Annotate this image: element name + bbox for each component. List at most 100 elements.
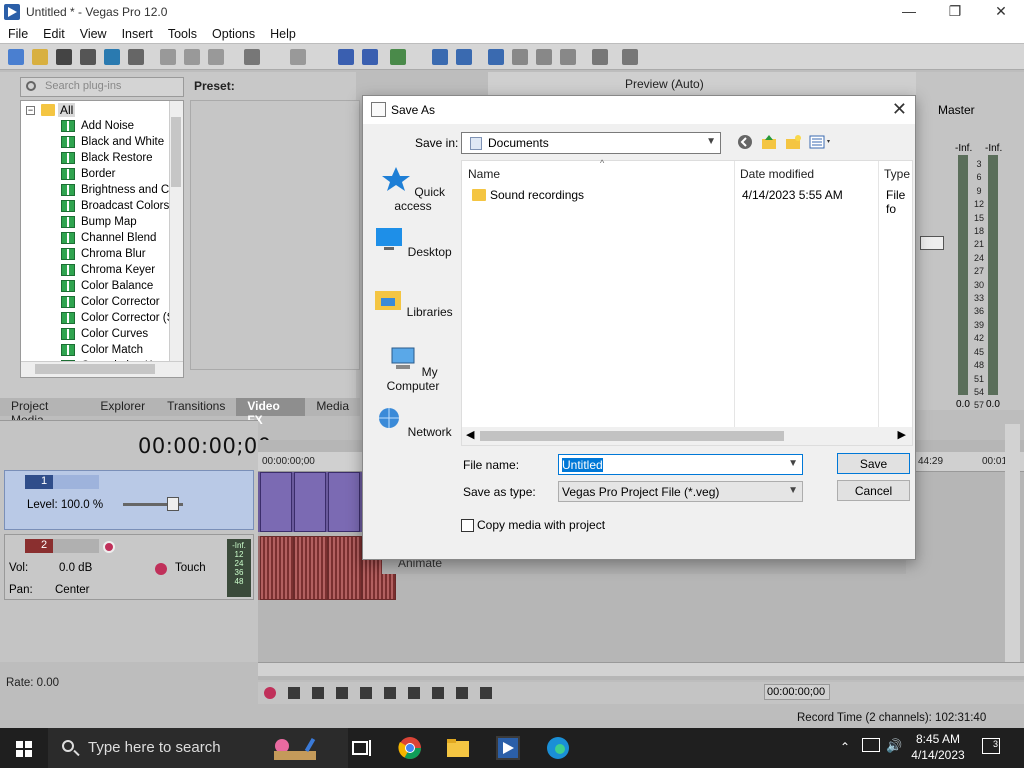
save-in-dropdown[interactable]: Documents ▼ (461, 132, 721, 154)
render-icon[interactable] (104, 49, 120, 65)
file-list[interactable]: Name ^ Date modified Type Sound recordin… (461, 158, 913, 446)
loop-playback-icon[interactable] (288, 687, 300, 699)
online-help-icon[interactable] (592, 49, 608, 65)
fx-item[interactable]: Color Match (61, 342, 176, 358)
network-status-icon[interactable] (862, 738, 880, 752)
cut-icon[interactable] (160, 49, 176, 65)
whats-this-help-icon[interactable] (622, 49, 638, 65)
collapse-icon[interactable]: − (26, 105, 35, 115)
scroll-thumb[interactable] (171, 117, 181, 187)
track-name-field[interactable] (53, 539, 99, 553)
menu-help[interactable]: Help (262, 27, 303, 41)
fx-item[interactable]: Color Corrector (S (61, 310, 176, 326)
paste-icon[interactable] (208, 49, 224, 65)
show-hidden-icons-icon[interactable]: ⌃ (840, 740, 850, 754)
menu-view[interactable]: View (72, 27, 114, 41)
plugin-tree-vscrollbar[interactable] (169, 101, 183, 377)
copy-media-checkbox[interactable]: Copy media with project (461, 518, 605, 532)
fx-item[interactable]: Chroma Keyer (61, 262, 176, 278)
column-type[interactable]: Type (884, 167, 910, 181)
menu-tools[interactable]: Tools (160, 27, 204, 41)
up-folder-icon[interactable] (761, 134, 777, 150)
menu-insert[interactable]: Insert (114, 27, 160, 41)
snapping-icon[interactable] (488, 49, 504, 65)
save-as-type-dropdown[interactable]: Vegas Pro Project File (*.veg) ▼ (558, 481, 803, 502)
checkbox-icon[interactable] (461, 518, 474, 532)
new-folder-icon[interactable] (785, 134, 801, 150)
go-to-end-icon[interactable] (432, 687, 444, 699)
scroll-left-icon[interactable]: ◀ (466, 428, 474, 441)
place-network[interactable]: Network (369, 406, 457, 439)
track-name-field[interactable] (53, 475, 99, 489)
play-icon[interactable] (336, 687, 348, 699)
normal-edit-tool-icon[interactable] (338, 49, 354, 65)
fx-item[interactable]: Broadcast Colors (61, 198, 176, 214)
fx-item[interactable]: Color Corrector (61, 294, 176, 310)
menu-edit[interactable]: Edit (35, 27, 72, 41)
go-to-start-icon[interactable] (408, 687, 420, 699)
fx-item[interactable]: Channel Blend (61, 230, 176, 246)
selection-tool-icon[interactable] (390, 49, 406, 65)
video-clips[interactable] (258, 472, 362, 532)
pause-icon[interactable] (360, 687, 372, 699)
scroll-right-icon[interactable]: ▶ (898, 428, 906, 441)
start-button[interactable] (0, 728, 48, 768)
cancel-button[interactable]: Cancel (837, 480, 910, 501)
chrome-icon[interactable] (398, 736, 422, 760)
new-project-icon[interactable] (8, 49, 24, 65)
play-from-start-icon[interactable] (312, 687, 324, 699)
save-as-icon[interactable] (80, 49, 96, 65)
plugin-tree-hscrollbar[interactable] (21, 361, 183, 377)
fx-item[interactable]: Brightness and Co (61, 182, 176, 198)
ignore-grouping-icon[interactable] (536, 49, 552, 65)
tree-root-all[interactable]: − All (26, 102, 76, 118)
place-libraries[interactable]: Libraries (369, 286, 457, 319)
fx-item[interactable]: Add Noise (61, 118, 176, 134)
fx-item[interactable]: Color Balance (61, 278, 176, 294)
view-menu-icon[interactable] (809, 134, 833, 150)
timeline-vscrollbar[interactable] (1005, 424, 1020, 662)
place-my-computer[interactable]: My Computer (369, 346, 457, 393)
vegas-taskbar-icon[interactable] (496, 736, 520, 760)
menu-options[interactable]: Options (204, 27, 262, 41)
cursor-time-field[interactable]: 00:00:00;00 (764, 684, 830, 700)
close-button[interactable]: ✕ (978, 0, 1024, 24)
audio-clip[interactable] (260, 536, 294, 600)
back-icon[interactable] (737, 134, 753, 150)
record-icon[interactable] (264, 687, 276, 699)
column-name[interactable]: Name (468, 167, 500, 181)
video-clip[interactable] (328, 472, 360, 532)
lock-envelopes-icon[interactable] (456, 49, 472, 65)
video-clip[interactable] (260, 472, 292, 532)
maximize-button[interactable]: ❐ (932, 0, 978, 24)
preview-quality-dropdown[interactable]: Preview (Auto) (625, 77, 704, 91)
flower-pot-icon[interactable] (268, 736, 328, 760)
arm-record-icon[interactable] (103, 541, 115, 553)
stop-icon[interactable] (384, 687, 396, 699)
automation-mode[interactable]: Touch (175, 562, 206, 574)
place-quick-access[interactable]: Quick access (369, 166, 457, 213)
fx-item[interactable]: Bump Map (61, 214, 176, 230)
tab-transitions[interactable]: Transitions (156, 398, 236, 416)
properties-icon[interactable] (128, 49, 144, 65)
master-fader[interactable] (920, 236, 944, 250)
level-slider-handle[interactable] (167, 497, 179, 511)
open-icon[interactable] (32, 49, 48, 65)
chevron-down-icon[interactable]: ▼ (788, 458, 798, 469)
fx-item[interactable]: Chroma Blur (61, 246, 176, 262)
volume-icon[interactable]: 🔊 (886, 738, 902, 754)
notification-center-icon[interactable]: 3 (982, 738, 1000, 754)
task-view-icon[interactable] (350, 736, 374, 760)
scroll-thumb[interactable] (35, 364, 155, 374)
tab-video-fx[interactable]: Video FX (236, 398, 306, 427)
save-button[interactable]: Save (837, 453, 910, 474)
place-desktop[interactable]: Desktop (369, 226, 457, 259)
plugin-search-input[interactable]: Search plug-ins (20, 77, 184, 97)
envelope-tool-icon[interactable] (362, 49, 378, 65)
dialog-close-button[interactable]: ✕ (892, 99, 907, 120)
clock[interactable]: 8:45 AM 4/14/2023 (910, 731, 966, 763)
audio-clip[interactable] (294, 536, 328, 600)
undo-icon[interactable] (244, 49, 260, 65)
fx-item[interactable]: Border (61, 166, 176, 182)
previous-frame-icon[interactable] (456, 687, 468, 699)
